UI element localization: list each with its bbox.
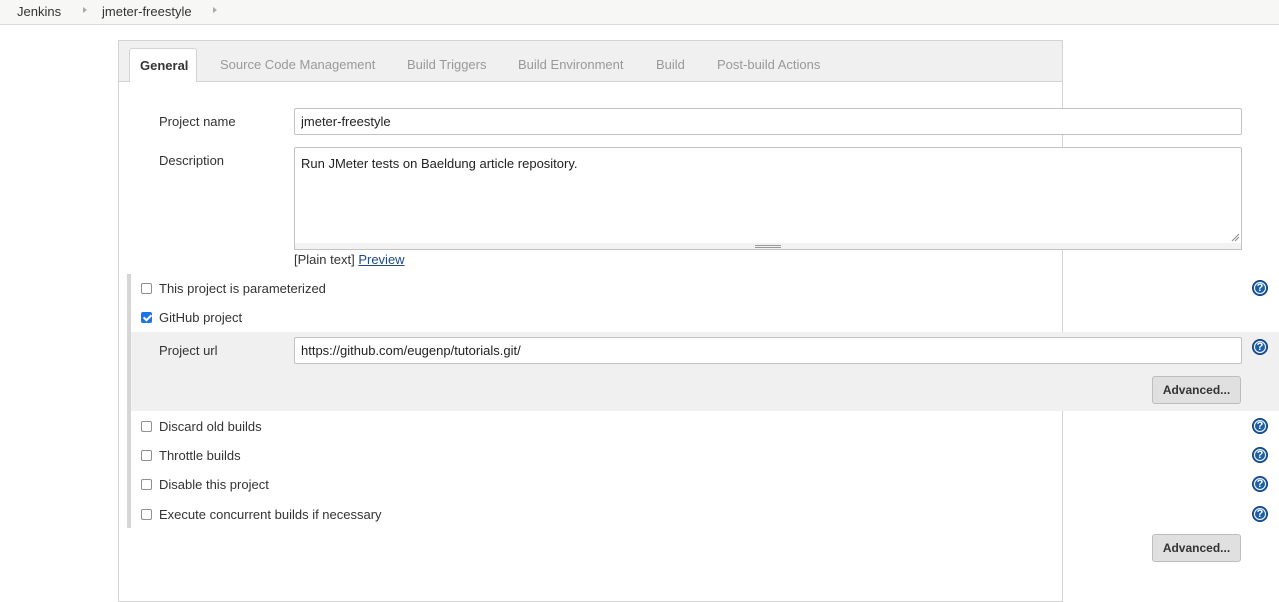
tab-general-label: General (140, 58, 189, 73)
plain-text-indicator: [Plain text] (294, 252, 355, 267)
discard-old-builds-checkbox[interactable] (141, 421, 152, 432)
throttle-builds-checkbox[interactable] (141, 450, 152, 461)
project-name-input[interactable] (294, 108, 1242, 135)
description-format-line: [Plain text] Preview (294, 252, 405, 267)
tab-build[interactable]: Build (656, 57, 685, 72)
resize-corner-icon[interactable] (1230, 232, 1240, 242)
description-label: Description (159, 153, 225, 168)
help-project-url-icon[interactable]: ? (1252, 339, 1268, 355)
tab-general[interactable]: General (129, 48, 197, 82)
project-name-label: Project name (159, 114, 236, 129)
github-project-label[interactable]: GitHub project (159, 310, 242, 325)
disable-project-checkbox[interactable] (141, 479, 152, 490)
help-discard-old-builds-icon[interactable]: ? (1252, 418, 1268, 434)
project-url-label: Project url (159, 343, 218, 358)
breadcrumb-separator-icon[interactable] (213, 7, 217, 13)
github-project-checkbox[interactable] (141, 312, 152, 323)
advanced-general-button[interactable]: Advanced... (1152, 534, 1241, 562)
resize-grip-icon[interactable] (755, 245, 781, 248)
help-throttle-builds-icon[interactable]: ? (1252, 447, 1268, 463)
concurrent-builds-checkbox[interactable] (141, 509, 152, 520)
tab-post-build-actions[interactable]: Post-build Actions (717, 57, 820, 72)
breadcrumb-separator-icon[interactable] (83, 7, 87, 13)
description-textarea[interactable]: Run JMeter tests on Baeldung article rep… (294, 147, 1242, 245)
help-parameterized-icon[interactable]: ? (1252, 280, 1268, 296)
preview-link[interactable]: Preview (358, 252, 404, 267)
discard-old-builds-label[interactable]: Discard old builds (159, 419, 262, 434)
advanced-github-button[interactable]: Advanced... (1152, 376, 1241, 404)
parameterized-checkbox[interactable] (141, 283, 152, 294)
breadcrumb-item-project[interactable]: jmeter-freestyle (102, 4, 192, 19)
disable-project-label[interactable]: Disable this project (159, 477, 269, 492)
concurrent-builds-label[interactable]: Execute concurrent builds if necessary (159, 507, 382, 522)
breadcrumb-bar: Jenkins jmeter-freestyle (0, 0, 1279, 25)
breadcrumb-item-jenkins[interactable]: Jenkins (17, 4, 61, 19)
project-url-input[interactable] (294, 337, 1242, 364)
help-concurrent-builds-icon[interactable]: ? (1252, 506, 1268, 522)
throttle-builds-label[interactable]: Throttle builds (159, 448, 241, 463)
tab-source-code-management[interactable]: Source Code Management (220, 57, 375, 72)
parameterized-label[interactable]: This project is parameterized (159, 281, 326, 296)
tab-build-triggers[interactable]: Build Triggers (407, 57, 486, 72)
help-disable-project-icon[interactable]: ? (1252, 476, 1268, 492)
tab-build-environment[interactable]: Build Environment (518, 57, 624, 72)
